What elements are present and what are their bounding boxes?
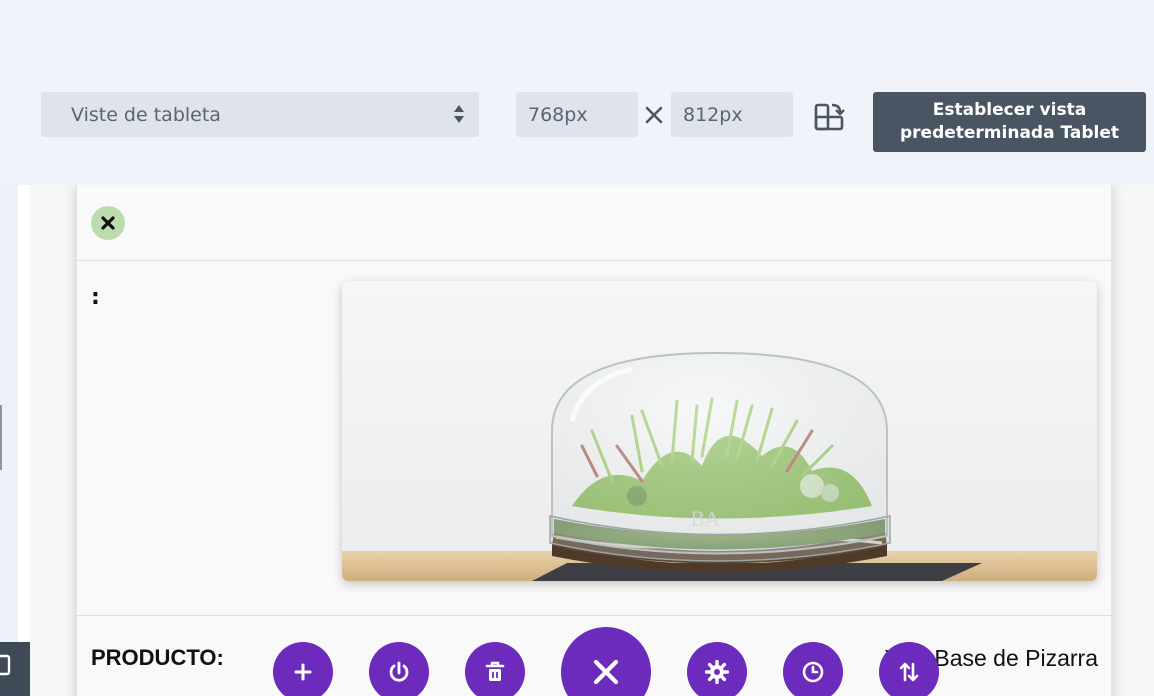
width-input[interactable] (516, 92, 638, 137)
close-icon (593, 659, 619, 685)
left-edge-marker (0, 405, 2, 470)
image-watermark: BA (690, 507, 720, 531)
delete-button[interactable] (465, 642, 525, 696)
tablet-device-tab[interactable] (0, 642, 33, 696)
add-button[interactable] (273, 642, 333, 696)
select-updown-icon (454, 105, 464, 123)
header-divider (77, 260, 1111, 261)
view-mode-select[interactable]: Viste de tableta (41, 92, 479, 137)
clock-icon (802, 661, 824, 683)
power-button[interactable] (369, 642, 429, 696)
preview-toolbar: Viste de tableta Establecer vista predet… (0, 0, 1154, 185)
plus-icon (294, 663, 312, 681)
gear-icon (705, 660, 729, 684)
view-mode-select-value: Viste de tableta (71, 103, 221, 126)
tablet-icon (0, 654, 11, 676)
sort-arrows-icon (899, 662, 919, 682)
close-action-button[interactable] (561, 627, 651, 696)
product-image: BA (342, 281, 1097, 581)
field-colon: : (91, 285, 100, 310)
sort-button[interactable] (879, 642, 939, 696)
left-sidebar-strip (18, 185, 30, 696)
terrarium-illustration: BA (342, 281, 1097, 581)
power-icon (389, 661, 409, 682)
times-icon (645, 106, 663, 124)
card-close-button[interactable] (91, 206, 125, 240)
history-button[interactable] (783, 642, 843, 696)
product-label: PRODUCTO: (91, 645, 224, 670)
height-input[interactable] (671, 92, 793, 137)
set-default-tablet-view-button[interactable]: Establecer vista predeterminada Tablet (873, 92, 1146, 152)
content-divider (77, 615, 1111, 616)
rotate-orientation-icon[interactable] (813, 100, 847, 132)
product-card: : BA PRODUCTO: Yuki Base de Pizarra (76, 185, 1112, 696)
settings-button[interactable] (687, 642, 747, 696)
trash-icon (485, 661, 505, 681)
preview-viewport: : BA PRODUCTO: Yuki Base de Pizarra (30, 185, 1154, 696)
close-icon (101, 216, 115, 230)
